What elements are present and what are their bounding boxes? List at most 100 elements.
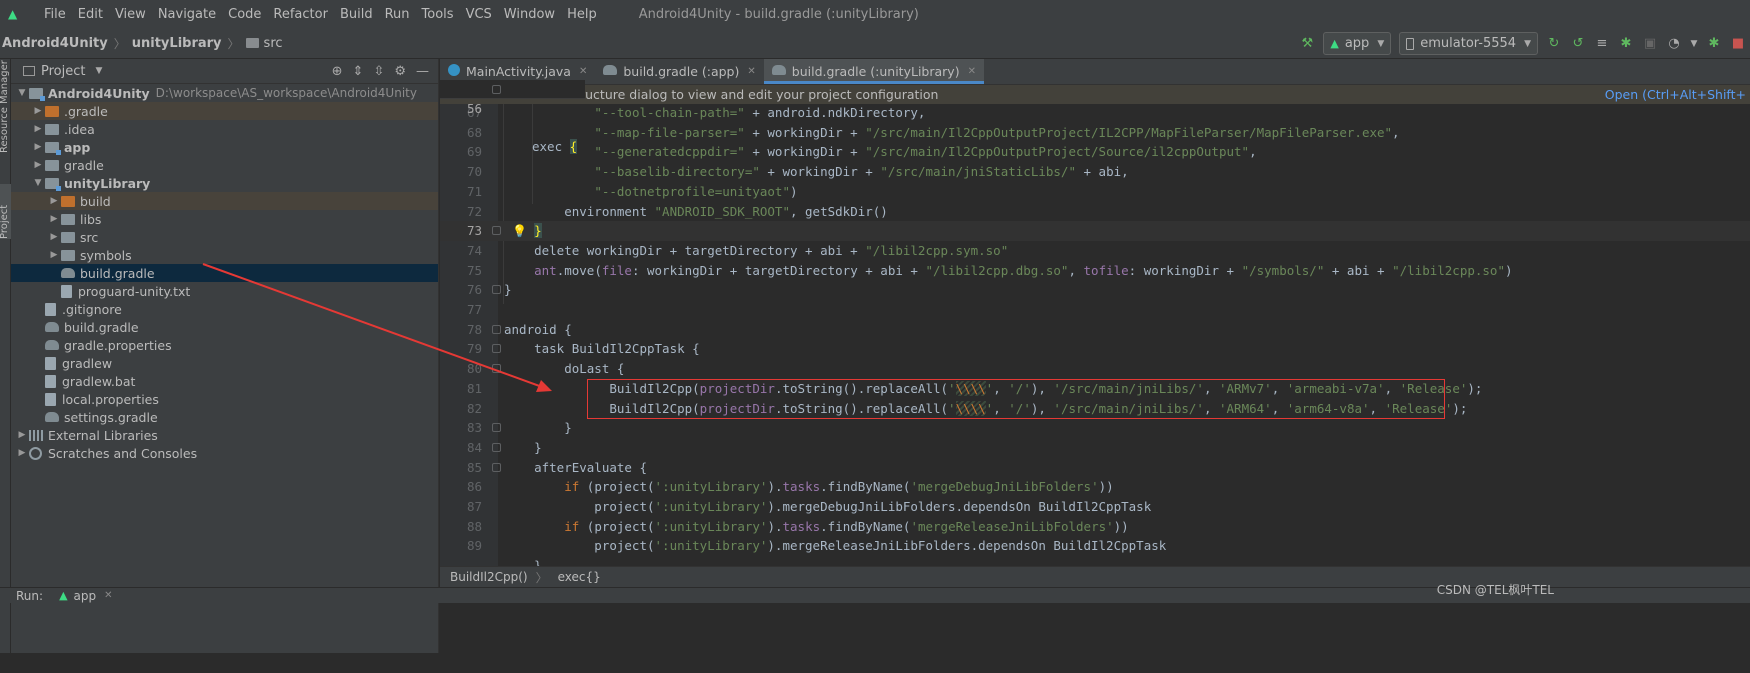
- menu-window[interactable]: Window: [498, 7, 561, 22]
- apply-code-changes-icon[interactable]: ↺: [1569, 35, 1587, 53]
- chevron-right-icon[interactable]: ▶: [15, 448, 29, 458]
- chevron-right-icon[interactable]: ▶: [47, 250, 61, 260]
- menu-vcs[interactable]: VCS: [460, 7, 498, 22]
- tree-item-label: libs: [80, 211, 102, 227]
- tree-item[interactable]: ▶ gradle: [11, 156, 438, 174]
- tree-item[interactable]: ▶ src: [11, 228, 438, 246]
- project-panel-title[interactable]: Project: [41, 64, 85, 79]
- project-tab[interactable]: Project: [0, 184, 11, 239]
- fold-marker-icon[interactable]: [492, 423, 501, 433]
- tree-item[interactable]: ▶ .gradle: [11, 102, 438, 120]
- tree-item[interactable]: ▶ symbols: [11, 246, 438, 264]
- apply-changes-icon[interactable]: ↻: [1545, 35, 1563, 53]
- chevron-right-icon[interactable]: ▶: [31, 124, 45, 134]
- editor-tab[interactable]: build.gradle (:unityLibrary) ✕: [763, 59, 985, 84]
- tree-item[interactable]: ▶.gitignore: [11, 300, 438, 318]
- chevron-right-icon[interactable]: ▶: [47, 232, 61, 242]
- chevron-right-icon[interactable]: ▶: [31, 142, 45, 152]
- tree-item[interactable]: ▶ app: [11, 138, 438, 156]
- tree-item-label: unityLibrary: [64, 175, 151, 191]
- close-icon[interactable]: ✕: [747, 66, 755, 77]
- menu-refactor[interactable]: Refactor: [267, 7, 334, 22]
- chevron-down-icon[interactable]: ▼: [95, 66, 102, 76]
- code-text: environment "ANDROID_SDK_ROOT", getSdkDi…: [504, 203, 888, 219]
- sticky-scroll-line[interactable]: 56 exec {: [440, 80, 585, 154]
- fold-marker-icon[interactable]: [492, 462, 501, 472]
- tree-item[interactable]: ▶ libs: [11, 210, 438, 228]
- annotation-highlight-box: [587, 379, 1445, 419]
- gradle-elephant-icon: [45, 340, 59, 350]
- tree-item[interactable]: ▶ .idea: [11, 120, 438, 138]
- tree-item[interactable]: ▶gradlew: [11, 354, 438, 372]
- chevron-right-icon[interactable]: ▶: [47, 196, 61, 206]
- code-breadcrumb-block[interactable]: exec{}: [558, 570, 601, 584]
- run-config-select[interactable]: ▲ app ▼: [1323, 32, 1392, 55]
- menu-view[interactable]: View: [109, 7, 152, 22]
- code-line: 89 project(':unityLibrary').mergeRelease…: [440, 536, 1750, 556]
- breadcrumb-folder[interactable]: src: [264, 36, 283, 51]
- tree-item[interactable]: ▼ unityLibrary: [11, 174, 438, 192]
- list-icon[interactable]: ≡: [1593, 35, 1611, 53]
- code-breadcrumb-function[interactable]: BuildIl2Cpp(): [450, 570, 528, 584]
- fold-marker-icon[interactable]: [492, 285, 501, 295]
- fold-marker-icon[interactable]: [492, 324, 501, 334]
- stop-icon[interactable]: ■: [1729, 35, 1747, 53]
- chevron-down-icon[interactable]: ▼: [31, 178, 45, 188]
- tree-item[interactable]: ▼ Android4Unity D:\workspace\AS_workspace\…: [11, 84, 438, 102]
- tree-item-label: proguard-unity.txt: [78, 283, 191, 299]
- attach-debugger-icon[interactable]: ▣: [1641, 35, 1659, 53]
- project-panel-tools: ⊕ ⇕ ⇳ ⚙ —: [327, 59, 434, 84]
- tree-item[interactable]: ▶ Scratches and Consoles: [11, 444, 438, 462]
- locate-target-icon[interactable]: ⊕: [332, 64, 343, 79]
- menu-run[interactable]: Run: [379, 7, 416, 22]
- expand-all-icon[interactable]: ⇕: [353, 64, 364, 79]
- code-line: 74 delete workingDir + targetDirectory +…: [440, 241, 1750, 261]
- gear-icon[interactable]: ⚙: [394, 64, 406, 79]
- editor-tab[interactable]: build.gradle (:app) ✕: [595, 59, 763, 84]
- tree-item[interactable]: ▶ build: [11, 192, 438, 210]
- open-project-structure-link[interactable]: Open (Ctrl+Alt+Shift+: [1605, 87, 1746, 102]
- tree-item[interactable]: ▶build.gradle: [11, 264, 438, 282]
- fold-marker-icon[interactable]: [492, 364, 501, 374]
- chevron-right-icon[interactable]: ▶: [31, 160, 45, 170]
- breadcrumb-project[interactable]: Android4Unity: [2, 36, 108, 51]
- close-icon[interactable]: ✕: [968, 66, 976, 77]
- run-tab-app[interactable]: app: [74, 589, 97, 603]
- breadcrumb-separator: 〉: [535, 570, 548, 585]
- menu-code[interactable]: Code: [222, 7, 267, 22]
- tree-item[interactable]: ▶gradle.properties: [11, 336, 438, 354]
- device-select[interactable]: emulator-5554 ▼: [1399, 32, 1538, 55]
- close-icon[interactable]: ✕: [579, 66, 587, 77]
- chevron-right-icon[interactable]: ▶: [47, 214, 61, 224]
- fold-marker-icon[interactable]: [492, 442, 501, 452]
- menu-navigate[interactable]: Navigate: [152, 7, 222, 22]
- attach-process-icon[interactable]: ✱: [1705, 35, 1723, 53]
- close-icon[interactable]: ✕: [104, 590, 112, 601]
- menu-tools[interactable]: Tools: [416, 7, 460, 22]
- tree-item[interactable]: ▶local.properties: [11, 390, 438, 408]
- chevron-right-icon[interactable]: ▶: [31, 106, 45, 116]
- fold-marker-icon[interactable]: [492, 85, 501, 94]
- fold-marker-icon[interactable]: [492, 226, 501, 236]
- code-editor[interactable]: 67 "--tool-chain-path=" + android.ndkDir…: [440, 104, 1750, 582]
- chevron-down-icon[interactable]: ▼: [15, 88, 29, 98]
- fold-marker-icon[interactable]: [492, 344, 501, 354]
- menu-build[interactable]: Build: [334, 7, 379, 22]
- profile-icon[interactable]: ◔: [1665, 35, 1683, 53]
- chevron-right-icon[interactable]: ▶: [15, 430, 29, 440]
- menu-file[interactable]: File: [38, 7, 72, 22]
- tree-item[interactable]: ▶gradlew.bat: [11, 372, 438, 390]
- tree-item[interactable]: ▶proguard-unity.txt: [11, 282, 438, 300]
- hide-panel-icon[interactable]: —: [416, 64, 429, 79]
- breadcrumb-module[interactable]: unityLibrary: [132, 36, 222, 51]
- menu-edit[interactable]: Edit: [72, 7, 109, 22]
- tree-item[interactable]: ▶settings.gradle: [11, 408, 438, 426]
- tree-item[interactable]: ▶ External Libraries: [11, 426, 438, 444]
- collapse-all-icon[interactable]: ⇳: [373, 64, 384, 79]
- debug-bug-icon[interactable]: ✱: [1617, 35, 1635, 53]
- resource-manager-tab[interactable]: Resource Manager: [0, 60, 11, 153]
- tree-item[interactable]: ▶build.gradle: [11, 318, 438, 336]
- chevron-down-icon[interactable]: ▼: [1689, 35, 1699, 53]
- menu-help[interactable]: Help: [561, 7, 603, 22]
- make-project-hammer-icon[interactable]: ⚒: [1298, 35, 1316, 53]
